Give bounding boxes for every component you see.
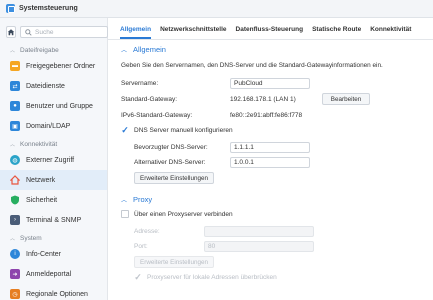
- checkbox-empty-icon: [121, 210, 129, 218]
- section-label: System: [20, 234, 42, 242]
- advanced-settings-button[interactable]: Erweiterte Einstellungen: [134, 172, 214, 184]
- general-description: Geben Sie den Servernamen, den DNS-Serve…: [121, 62, 383, 69]
- tab-allgemein[interactable]: Allgemein: [120, 26, 152, 39]
- main-panel: Allgemein Netzwerkschnittstelle Datenflu…: [108, 18, 433, 300]
- proxy-advanced-settings-button[interactable]: Erweiterte Einstellungen: [134, 256, 214, 268]
- sidebar-item-security[interactable]: Sicherheit: [0, 190, 107, 210]
- chevron-up-icon: ︿: [10, 235, 16, 242]
- sidebar-item-label: Sicherheit: [26, 196, 58, 204]
- control-panel-icon: [6, 4, 15, 13]
- proxy-address-input[interactable]: [204, 226, 314, 237]
- preferred-dns-input[interactable]: [230, 142, 310, 153]
- checkmark-icon: ✓: [134, 271, 142, 282]
- sidebar-item-terminal[interactable]: › Terminal & SNMP: [0, 210, 107, 230]
- sidebar-item-login-portal[interactable]: ➜ Anmeldeportal: [0, 264, 107, 284]
- dns-manual-label: DNS Server manuell konfigurieren: [134, 126, 233, 134]
- sidebar-item-label: Domain/LDAP: [26, 122, 71, 130]
- file-services-icon: ⇄: [10, 81, 20, 91]
- sidebar-item-label: Benutzer und Gruppe: [26, 102, 93, 110]
- proxy-bypass-label: Proxyserver für lokale Adressen überbrüc…: [147, 273, 277, 281]
- server-name-label: Servername:: [121, 80, 159, 87]
- proxy-address-label: Adresse:: [134, 228, 160, 235]
- sidebar: ︿ Dateifreigabe ▬ Freigegebener Ordner ⇄…: [0, 18, 108, 300]
- sidebar-item-regional-options[interactable]: ◷ Regionale Optionen: [0, 284, 107, 300]
- section-konnektivitaet[interactable]: ︿ Konnektivität: [0, 138, 107, 150]
- proxy-port-label: Port:: [134, 243, 148, 250]
- gateway-value: 192.168.178.1 (LAN 1): [230, 96, 296, 103]
- section-title: Allgemein: [133, 45, 166, 54]
- sidebar-item-label: Anmeldeportal: [26, 270, 72, 278]
- window-titlebar: Systemsteuerung: [0, 0, 433, 18]
- shield-icon: [10, 195, 20, 205]
- home-icon: [7, 29, 15, 36]
- sidebar-item-users[interactable]: ● Benutzer und Gruppe: [0, 96, 107, 116]
- sidebar-item-domain-ldap[interactable]: ▣ Domain/LDAP: [0, 116, 107, 136]
- sidebar-item-file-services[interactable]: ⇄ Dateidienste: [0, 76, 107, 96]
- search-icon: [25, 28, 32, 36]
- info-icon: i: [10, 249, 20, 259]
- home-button[interactable]: [6, 26, 16, 38]
- ipv6-gateway-value: fe80::2e91:abff:fe86:f778: [230, 112, 303, 119]
- sidebar-item-label: Externer Zugriff: [26, 156, 75, 164]
- chevron-up-icon: ︿: [121, 198, 128, 204]
- alternate-dns-input[interactable]: [230, 157, 310, 168]
- sidebar-item-label: Regionale Optionen: [26, 290, 88, 298]
- users-icon: ●: [10, 101, 20, 111]
- proxy-bypass-checkbox[interactable]: ✓ Proxyserver für lokale Adressen überbr…: [134, 271, 277, 282]
- tab-traffic-control[interactable]: Datenfluss-Steuerung: [236, 26, 304, 39]
- proxy-port-input[interactable]: [204, 241, 314, 252]
- checkmark-icon: ✓: [121, 124, 129, 135]
- search-input[interactable]: [35, 28, 107, 36]
- section-general-header[interactable]: ︿ Allgemein: [121, 45, 166, 54]
- section-proxy-header[interactable]: ︿ Proxy: [121, 195, 152, 204]
- window-title: Systemsteuerung: [19, 5, 78, 12]
- section-system[interactable]: ︿ System: [0, 232, 107, 244]
- edit-gateway-button[interactable]: Bearbeiten: [322, 93, 370, 105]
- globe-icon: ◍: [10, 155, 20, 165]
- domain-icon: ▣: [10, 121, 20, 131]
- sidebar-item-external-access[interactable]: ◍ Externer Zugriff: [0, 150, 107, 170]
- section-title: Proxy: [133, 195, 153, 204]
- sidebar-item-label: Terminal & SNMP: [26, 216, 82, 224]
- gateway-label: Standard-Gateway:: [121, 96, 178, 103]
- sidebar-item-shared-folder[interactable]: ▬ Freigegebener Ordner: [0, 56, 107, 76]
- proxy-connect-label: Über einen Proxyserver verbinden: [134, 210, 233, 218]
- tab-connectivity[interactable]: Konnektivität: [370, 26, 411, 39]
- region-icon: ◷: [10, 289, 20, 299]
- chevron-up-icon: ︿: [121, 48, 128, 54]
- search-box[interactable]: [20, 26, 108, 38]
- section-label: Dateifreigabe: [20, 46, 59, 54]
- login-portal-icon: ➜: [10, 269, 20, 279]
- folder-icon: ▬: [10, 61, 20, 71]
- sidebar-item-label: Dateidienste: [26, 82, 65, 90]
- sidebar-item-label: Info-Center: [26, 250, 62, 258]
- terminal-icon: ›: [10, 215, 20, 225]
- sidebar-item-info-center[interactable]: i Info-Center: [0, 244, 107, 264]
- sidebar-item-label: Freigegebener Ordner: [26, 62, 96, 70]
- proxy-connect-checkbox[interactable]: Über einen Proxyserver verbinden: [121, 210, 233, 218]
- house-network-icon: [10, 175, 20, 185]
- sidebar-item-network[interactable]: Netzwerk: [0, 170, 107, 190]
- preferred-dns-label: Bevorzugter DNS-Server:: [134, 144, 208, 151]
- section-label: Konnektivität: [20, 140, 58, 148]
- tab-bar: Allgemein Netzwerkschnittstelle Datenflu…: [108, 18, 433, 40]
- section-dateifreigabe[interactable]: ︿ Dateifreigabe: [0, 44, 107, 56]
- dns-manual-checkbox[interactable]: ✓ DNS Server manuell konfigurieren: [121, 124, 233, 135]
- ipv6-gateway-label: IPv6-Standard-Gateway:: [121, 112, 193, 119]
- tab-static-route[interactable]: Statische Route: [312, 26, 361, 39]
- server-name-input[interactable]: [230, 78, 310, 89]
- alternate-dns-label: Alternativer DNS-Server:: [134, 159, 206, 166]
- tab-network-interface[interactable]: Netzwerkschnittstelle: [160, 26, 226, 39]
- sidebar-item-label: Netzwerk: [26, 176, 56, 184]
- chevron-up-icon: ︿: [10, 47, 16, 54]
- chevron-up-icon: ︿: [10, 141, 16, 148]
